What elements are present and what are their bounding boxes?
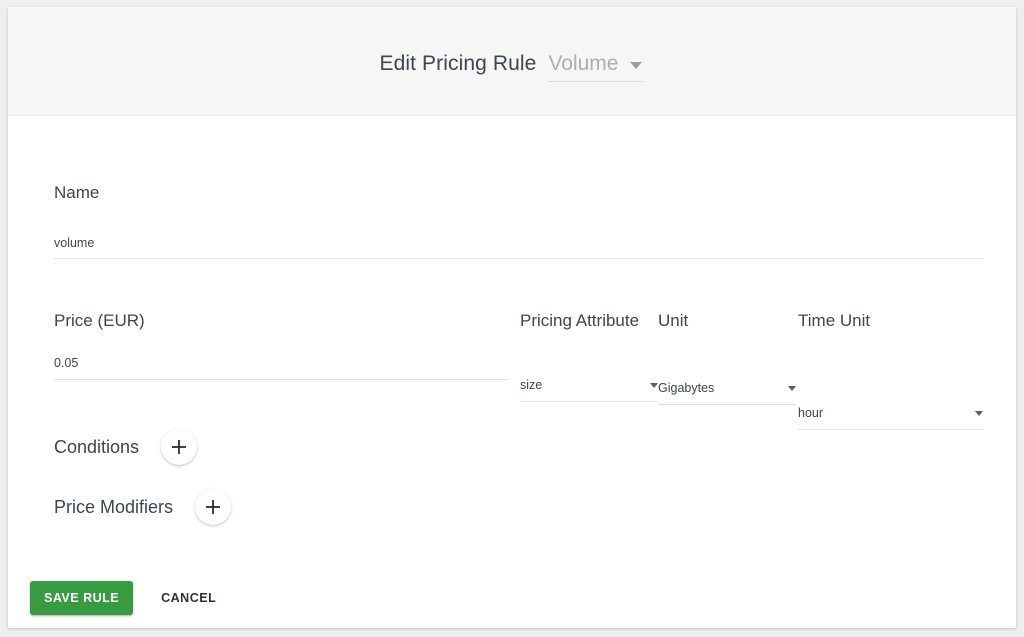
time-unit-value: hour — [798, 406, 824, 420]
pricing-attribute-label: Pricing Attribute — [520, 311, 640, 330]
unit-value: Gigabytes — [658, 381, 715, 395]
rule-type-select-value: Volume — [548, 52, 619, 75]
chevron-down-icon — [630, 62, 643, 69]
pricing-attribute-value: size — [520, 378, 543, 392]
time-unit-label: Time Unit — [798, 311, 871, 330]
conditions-label: Conditions — [54, 437, 140, 457]
cancel-button[interactable]: CANCEL — [147, 581, 230, 615]
name-field-group: Name volume — [54, 182, 983, 259]
card-body: Name volume Price (EUR) 0.05 Pricing Att… — [8, 116, 1016, 628]
save-rule-button[interactable]: SAVE RULE — [30, 581, 134, 615]
conditions-section: Conditions — [54, 429, 198, 465]
card-header: Edit Pricing Rule Volume — [8, 7, 1016, 116]
unit-select[interactable]: Gigabytes — [658, 380, 796, 405]
pricing-attribute-select[interactable]: size — [520, 377, 658, 402]
name-input[interactable]: volume — [54, 235, 983, 259]
price-modifiers-label: Price Modifiers — [54, 497, 174, 517]
rule-type-select[interactable]: Volume — [548, 51, 645, 82]
plus-icon — [206, 500, 221, 514]
time-unit-select[interactable]: hour — [798, 405, 983, 430]
add-condition-button[interactable] — [161, 429, 198, 465]
pricing-rule-card: Edit Pricing Rule Volume Name volume Pri… — [8, 7, 1016, 628]
price-label: Price (EUR) — [54, 311, 145, 330]
add-price-modifier-button[interactable] — [195, 489, 232, 525]
chevron-down-icon — [788, 386, 796, 391]
chevron-down-icon — [975, 411, 983, 416]
plus-icon — [172, 440, 187, 454]
price-input[interactable]: 0.05 — [54, 355, 508, 380]
name-label: Name — [54, 183, 100, 202]
chevron-down-icon — [650, 383, 658, 388]
unit-label: Unit — [658, 311, 689, 330]
price-modifiers-section: Price Modifiers — [54, 489, 232, 525]
header-inner: Edit Pricing Rule Volume — [8, 51, 1016, 82]
page-title: Edit Pricing Rule — [379, 52, 537, 75]
form-actions: SAVE RULE CANCEL — [30, 581, 230, 615]
